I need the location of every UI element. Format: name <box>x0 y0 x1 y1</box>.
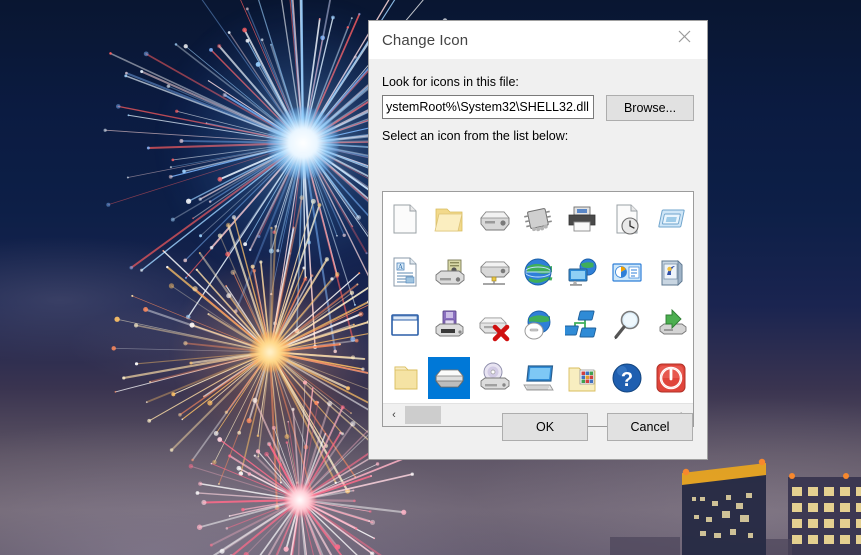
cancel-button[interactable]: Cancel <box>607 413 693 441</box>
icon-cell-hard-drive-icon[interactable] <box>473 198 515 240</box>
icon-cell-shutdown-power-icon[interactable] <box>650 357 692 399</box>
dashboard-report-icon <box>610 255 644 289</box>
icon-cell-cd-drive-icon[interactable] <box>473 357 515 399</box>
change-icon-dialog: Change Icon Look for icons in this file:… <box>368 20 708 460</box>
icon-cell-disk-drive-icon[interactable] <box>428 356 471 399</box>
floppy-drive-icon <box>432 308 466 342</box>
dialog-title: Change Icon <box>382 32 469 49</box>
network-topology-icon <box>565 308 599 342</box>
dialog-footer: OK Cancel <box>369 401 707 459</box>
icon-cell-globe-dial-icon[interactable] <box>517 304 559 346</box>
icon-cell-globe-internet-icon[interactable] <box>517 251 559 293</box>
city-skyline <box>610 458 861 555</box>
icon-list-box[interactable]: A? ‹ › <box>382 191 694 427</box>
network-computer-icon <box>565 255 599 289</box>
ok-button[interactable]: OK <box>502 413 588 441</box>
close-icon <box>678 30 691 42</box>
globe-internet-icon <box>521 255 555 289</box>
map-network-drive-icon <box>654 308 688 342</box>
icon-cell-window-stack-icon[interactable] <box>650 198 692 240</box>
icon-cell-disconnected-drive-icon[interactable] <box>473 304 515 346</box>
icon-cell-folder-closed-icon[interactable] <box>384 357 426 399</box>
icon-cell-dashboard-report-icon[interactable] <box>606 251 648 293</box>
dialog-titlebar: Change Icon <box>369 21 707 59</box>
network-drive-icon <box>477 255 511 289</box>
dialog-body: Look for icons in this file: Browse... S… <box>369 59 707 459</box>
icon-cell-secure-drive-icon[interactable] <box>428 251 470 293</box>
blank-document-icon <box>388 202 422 236</box>
icon-cell-window-icon[interactable] <box>384 304 426 346</box>
icon-file-path-input[interactable] <box>382 95 594 119</box>
control-panel-folder-icon <box>565 361 599 395</box>
file-path-row: Browse... <box>382 95 694 121</box>
memory-chip-icon <box>521 202 555 236</box>
cd-drive-icon <box>477 361 511 395</box>
icon-cell-network-topology-icon[interactable] <box>561 304 603 346</box>
icon-cell-folder-open-icon[interactable] <box>428 198 470 240</box>
icon-cell-control-panel-folder-icon[interactable] <box>561 357 603 399</box>
icon-grid: A? <box>383 192 693 404</box>
icon-cell-memory-chip-icon[interactable] <box>517 198 559 240</box>
secure-drive-icon <box>432 255 466 289</box>
window-icon <box>388 308 422 342</box>
recent-document-icon <box>610 202 644 236</box>
folder-closed-icon <box>388 361 422 395</box>
printer-icon <box>565 202 599 236</box>
icon-cell-network-computer-icon[interactable] <box>561 251 603 293</box>
icon-cell-network-drive-icon[interactable] <box>473 251 515 293</box>
hard-drive-icon <box>477 202 511 236</box>
media-device-icon <box>654 255 688 289</box>
icon-list-label: Select an icon from the list below: <box>382 129 569 143</box>
svg-text:A: A <box>398 263 403 271</box>
disconnected-drive-icon <box>477 308 511 342</box>
icon-cell-computer-desktop-icon[interactable] <box>517 357 559 399</box>
icon-cell-floppy-drive-icon[interactable] <box>428 304 470 346</box>
icon-cell-blank-document-icon[interactable] <box>384 198 426 240</box>
folder-open-icon <box>432 202 466 236</box>
help-question-icon: ? <box>610 361 644 395</box>
close-button[interactable] <box>662 21 707 51</box>
svg-text:?: ? <box>620 369 632 391</box>
icon-cell-recent-document-icon[interactable] <box>606 198 648 240</box>
browse-button[interactable]: Browse... <box>606 95 694 121</box>
icon-cell-printer-icon[interactable] <box>561 198 603 240</box>
desktop-screen: Change Icon Look for icons in this file:… <box>0 0 861 555</box>
computer-desktop-icon <box>521 361 555 395</box>
disk-drive-icon <box>432 361 466 395</box>
window-stack-icon <box>654 202 688 236</box>
shutdown-power-icon <box>654 361 688 395</box>
globe-dial-icon <box>521 308 555 342</box>
file-path-label: Look for icons in this file: <box>382 75 519 89</box>
icon-cell-map-network-drive-icon[interactable] <box>650 304 692 346</box>
icon-cell-text-document-icon[interactable]: A <box>384 251 426 293</box>
icon-cell-search-magnifier-icon[interactable] <box>606 304 648 346</box>
icon-cell-help-question-icon[interactable]: ? <box>606 357 648 399</box>
search-magnifier-icon <box>610 308 644 342</box>
icon-cell-media-device-icon[interactable] <box>650 251 692 293</box>
text-document-icon: A <box>388 255 422 289</box>
